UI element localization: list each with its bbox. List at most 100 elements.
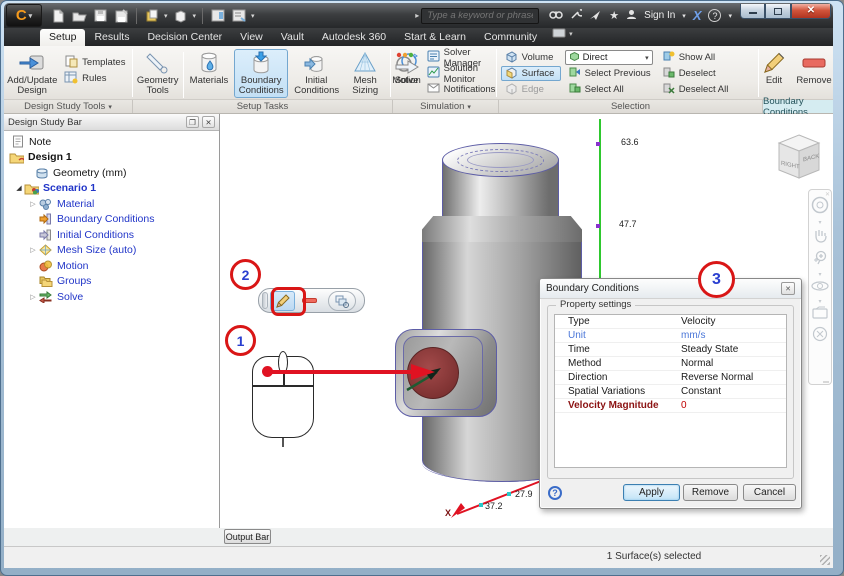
tab-start-learn[interactable]: Start & Learn: [395, 29, 475, 46]
orbit-icon[interactable]: [811, 279, 829, 298]
design-study-bar-toggle-icon[interactable]: [209, 7, 226, 24]
property-value[interactable]: Velocity: [681, 316, 715, 327]
property-value[interactable]: Normal: [681, 358, 713, 369]
output-bar-toggle-icon[interactable]: [230, 7, 247, 24]
close-button[interactable]: ✕: [791, 4, 831, 19]
show-all-button[interactable]: Show All: [659, 50, 733, 65]
model-top-cap-face[interactable]: [442, 143, 559, 177]
notifications-button[interactable]: Notifications: [423, 82, 500, 97]
dialog-close-button[interactable]: ✕: [781, 282, 795, 295]
rules-button[interactable]: Rules: [60, 71, 129, 86]
deselect-all-button[interactable]: Deselect All: [659, 82, 733, 97]
property-value[interactable]: Steady State: [681, 344, 738, 355]
templates-button[interactable]: Templates: [60, 55, 129, 70]
tree-item-groups[interactable]: Groups: [4, 274, 219, 290]
remove-boundary-condition-button[interactable]: Remove: [795, 49, 833, 98]
context-select-surfaces-button[interactable]: [328, 291, 356, 311]
tab-community[interactable]: Community: [475, 29, 546, 46]
viewport-3d[interactable]: 63.6 47.7: [221, 114, 833, 528]
new-scenario-icon[interactable]: [172, 7, 189, 24]
solution-monitor-button[interactable]: Solution Monitor: [423, 66, 500, 81]
expander-icon[interactable]: ▷: [28, 246, 38, 254]
select-all-button[interactable]: Select All: [565, 82, 655, 97]
add-update-design-button[interactable]: Add/Update Design: [6, 49, 58, 98]
tree-item-note[interactable]: Note: [4, 134, 219, 150]
navbar-dropdown-icon[interactable]: ▾: [818, 300, 821, 304]
property-row-spatial-variations[interactable]: Spatial Variations Constant: [555, 385, 786, 399]
tab-results[interactable]: Results: [85, 29, 138, 46]
communication-center-icon[interactable]: [589, 7, 602, 25]
select-volume-button[interactable]: Volume: [501, 50, 561, 65]
tree-item-motion[interactable]: Motion: [4, 258, 219, 274]
help-icon[interactable]: ?: [708, 9, 721, 22]
navbar-minimize-icon[interactable]: [823, 381, 829, 383]
save-icon[interactable]: [92, 7, 109, 24]
cancel-button[interactable]: Cancel: [743, 484, 796, 501]
pan-hand-icon[interactable]: [812, 227, 828, 248]
look-at-icon[interactable]: [812, 306, 828, 324]
ribbon-display-icon[interactable]: [552, 25, 566, 43]
exchange-apps-icon[interactable]: X: [693, 8, 702, 23]
view-cube[interactable]: RIGHT BACK: [773, 131, 825, 183]
zoom-icon[interactable]: [812, 250, 828, 271]
tree-item-boundary-conditions[interactable]: Boundary Conditions: [4, 212, 219, 228]
materials-button[interactable]: Materials: [186, 49, 233, 98]
panel-close-button[interactable]: ✕: [202, 116, 215, 128]
initial-conditions-button[interactable]: Initial Conditions: [290, 49, 342, 98]
favorites-star-icon[interactable]: ★: [609, 9, 619, 22]
select-surface-button[interactable]: Surface: [501, 66, 561, 81]
tab-vault[interactable]: Vault: [272, 29, 313, 46]
sign-in-label[interactable]: Sign In: [644, 10, 675, 21]
property-value[interactable]: Constant: [681, 386, 721, 397]
property-value[interactable]: mm/s: [681, 330, 705, 341]
new-design-icon[interactable]: [143, 7, 160, 24]
tree-item-geometry[interactable]: Geometry (mm): [4, 165, 219, 181]
chevron-down-icon[interactable]: ▾: [193, 12, 197, 20]
steering-wheel-icon[interactable]: [811, 196, 829, 219]
search-input[interactable]: [421, 8, 539, 24]
dialog-title-bar[interactable]: Boundary Conditions ✕: [540, 279, 801, 299]
property-row-time[interactable]: Time Steady State: [555, 343, 786, 357]
application-menu-button[interactable]: C ▾: [6, 4, 42, 27]
chevron-down-icon[interactable]: ▾: [164, 12, 168, 20]
property-value[interactable]: Reverse Normal: [681, 372, 753, 383]
property-value[interactable]: 0: [681, 400, 687, 411]
select-edge-button[interactable]: Edge: [501, 82, 561, 97]
resize-grip[interactable]: [820, 555, 830, 565]
navbar-dropdown-icon[interactable]: ▾: [818, 273, 821, 277]
tab-decision-center[interactable]: Decision Center: [138, 29, 231, 46]
edit-boundary-condition-button[interactable]: Edit: [759, 49, 789, 98]
tab-setup[interactable]: Setup: [40, 29, 85, 46]
dialog-help-button[interactable]: ?: [548, 486, 562, 500]
expander-icon[interactable]: ▷: [28, 293, 38, 301]
geometry-tools-button[interactable]: Geometry Tools: [135, 49, 181, 98]
center-icon[interactable]: [812, 326, 828, 347]
property-row-velocity-magnitude[interactable]: Velocity Magnitude 0: [555, 399, 786, 413]
selection-mode-dropdown[interactable]: Direct ▾: [565, 50, 653, 65]
expander-icon[interactable]: ▷: [28, 200, 38, 208]
property-row-direction[interactable]: Direction Reverse Normal: [555, 371, 786, 385]
simulation-group-label[interactable]: Simulation ▾: [393, 100, 499, 113]
expander-icon[interactable]: ◢: [14, 184, 24, 192]
tab-autodesk-360[interactable]: Autodesk 360: [313, 29, 395, 46]
new-file-icon[interactable]: [50, 7, 67, 24]
panel-dock-button[interactable]: ❐: [186, 116, 199, 128]
minimize-button[interactable]: [740, 4, 765, 19]
tree-item-initial-conditions[interactable]: Initial Conditions: [4, 227, 219, 243]
open-file-icon[interactable]: [71, 7, 88, 24]
mesh-sizing-button[interactable]: Mesh Sizing: [344, 49, 386, 98]
select-previous-button[interactable]: Select Previous: [565, 66, 655, 81]
subscription-wrench-icon[interactable]: [570, 7, 582, 25]
customize-qat-icon[interactable]: ▾: [251, 12, 255, 20]
property-row-unit[interactable]: Unit mm/s: [555, 329, 786, 343]
tree-item-material[interactable]: ▷ Material: [4, 196, 219, 212]
property-row-type[interactable]: Type Velocity: [555, 315, 786, 329]
tree-item-design-1[interactable]: Design 1: [4, 150, 219, 166]
output-bar-button[interactable]: Output Bar: [224, 529, 271, 544]
maximize-button[interactable]: [765, 4, 791, 19]
navbar-dropdown-icon[interactable]: ▾: [818, 221, 821, 225]
help-dropdown-icon[interactable]: ▾: [728, 12, 732, 20]
design-study-tools-group-label[interactable]: Design Study Tools ▾: [4, 100, 133, 113]
tree-item-mesh-size[interactable]: ▷ Mesh Size (auto): [4, 243, 219, 259]
tab-view[interactable]: View: [231, 29, 272, 46]
